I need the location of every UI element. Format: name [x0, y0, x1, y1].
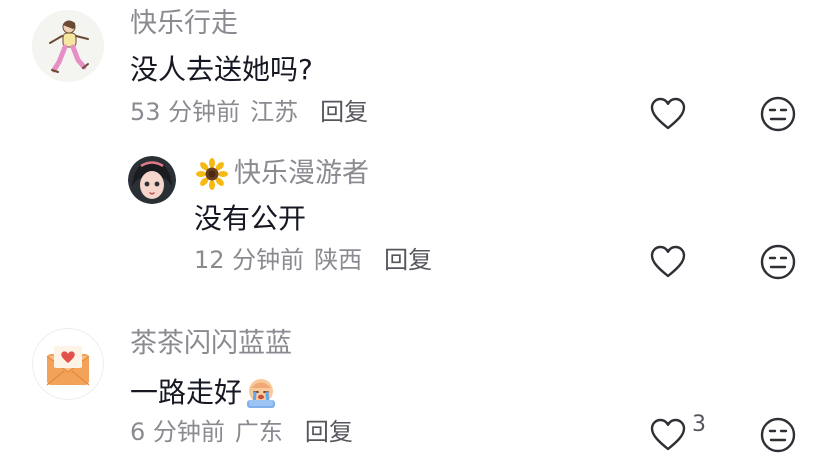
sunflower-icon	[196, 158, 228, 190]
username[interactable]: 快乐行走	[130, 10, 238, 37]
like-count: 3	[692, 412, 706, 437]
comment-time: 12 分钟前	[194, 246, 305, 274]
reply-button[interactable]: 回复	[305, 420, 353, 444]
reply-button[interactable]: 回复	[320, 100, 368, 124]
avatar[interactable]	[32, 10, 104, 82]
avatar[interactable]	[32, 328, 104, 400]
comment-item: 茶茶闪闪蓝蓝 一路走好 6 分钟前 广东 回复 3	[0, 318, 828, 468]
comment-text: 没有公开	[194, 202, 307, 235]
comment-time: 6 分钟前	[130, 418, 225, 446]
crying-emoji	[244, 376, 278, 410]
like-button[interactable]	[650, 97, 692, 131]
like-button[interactable]	[650, 245, 692, 279]
comment-meta: 6 分钟前 广东 回复	[130, 420, 353, 444]
comment-item: 快乐行走 没人去送她吗? 53 分钟前 江苏 回复	[0, 0, 828, 150]
comment-meta: 12 分钟前 陕西 回复	[194, 248, 432, 272]
dislike-button[interactable]	[760, 417, 796, 457]
comment-location: 陕西	[314, 246, 363, 274]
username[interactable]: 快乐漫游者	[234, 160, 369, 187]
comment-text-body: 一路走好	[130, 376, 243, 409]
heart-icon	[650, 418, 686, 451]
username[interactable]: 茶茶闪闪蓝蓝	[130, 330, 292, 357]
heart-icon	[650, 245, 686, 278]
neutral-face-icon	[760, 244, 796, 280]
like-button[interactable]: 3	[650, 414, 706, 452]
reply-item: 快乐漫游者 没有公开 12 分钟前 陕西 回复	[0, 150, 828, 300]
avatar[interactable]	[128, 156, 176, 204]
dislike-button[interactable]	[760, 96, 796, 136]
neutral-face-icon	[760, 96, 796, 132]
comment-location: 江苏	[250, 98, 299, 126]
comment-meta: 53 分钟前 江苏 回复	[130, 100, 368, 124]
dislike-button[interactable]	[760, 244, 796, 284]
reply-button[interactable]: 回复	[384, 248, 432, 272]
comment-text: 一路走好	[130, 376, 278, 410]
comment-time: 53 分钟前	[130, 98, 241, 126]
neutral-face-icon	[760, 417, 796, 453]
comment-location: 广东	[234, 418, 283, 446]
heart-icon	[650, 97, 686, 130]
comment-text: 没人去送她吗?	[130, 53, 313, 86]
